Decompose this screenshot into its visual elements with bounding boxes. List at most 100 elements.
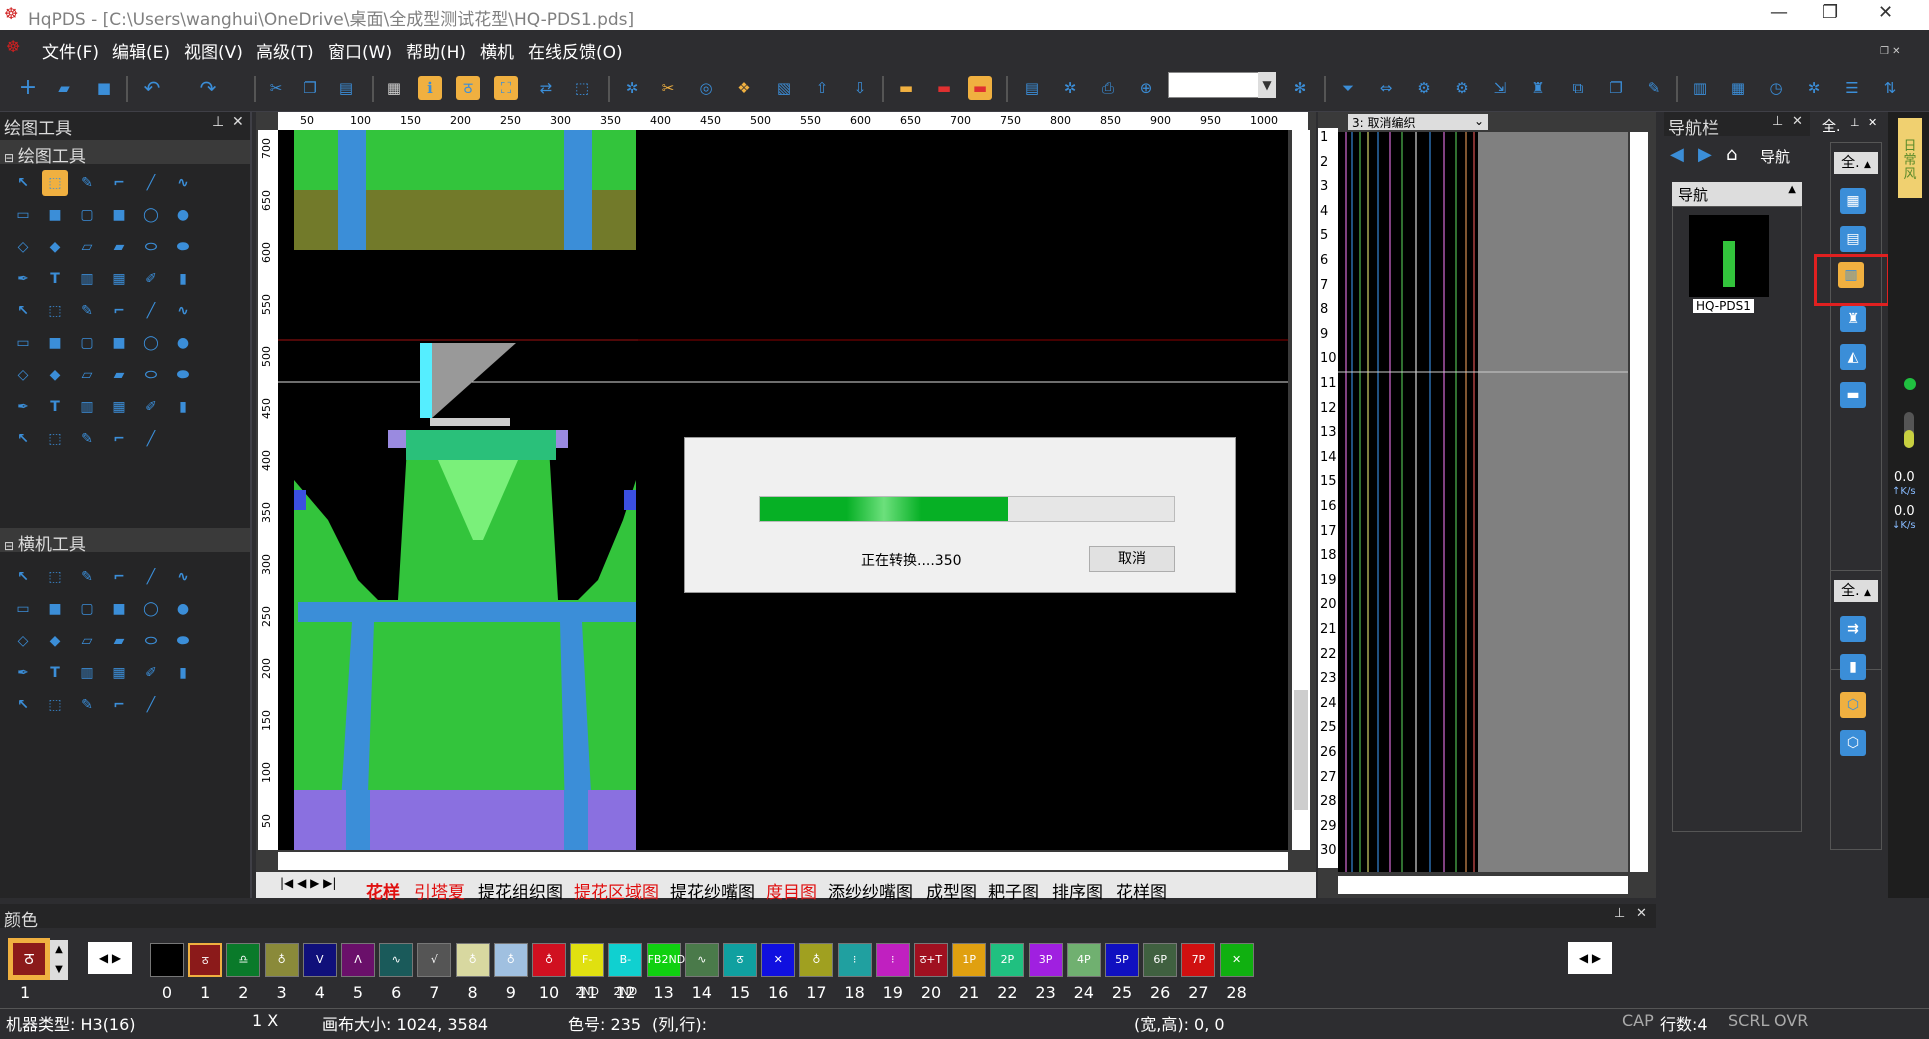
draw-tool-3-3-icon[interactable]: ▦ xyxy=(106,266,132,292)
menu-view[interactable]: 视图(V) xyxy=(184,38,243,63)
draw-tool-6-0-icon[interactable]: ◇ xyxy=(10,362,36,388)
color-swatch[interactable]: ⁝ xyxy=(875,943,910,977)
forward-icon[interactable]: ▶ xyxy=(1698,144,1712,165)
tab-rake[interactable]: 耙子图 xyxy=(988,878,1039,903)
color-swatch[interactable]: 1P xyxy=(952,943,987,977)
draw-tool-1-2-icon[interactable]: ▢ xyxy=(74,202,100,228)
cut-icon[interactable]: ✂ xyxy=(264,76,288,100)
paste-icon[interactable]: ▤ xyxy=(334,76,358,100)
vertical-scrollbar[interactable] xyxy=(1292,130,1310,850)
draw-tool-1-4-icon[interactable]: ◯ xyxy=(138,202,164,228)
machine-tool-4-2-icon[interactable]: ✎ xyxy=(74,692,100,718)
draw-tool-2-1-icon[interactable]: ◆ xyxy=(42,234,68,260)
machine-tool-1-2-icon[interactable]: ▢ xyxy=(74,596,100,622)
machine-tool-3-4-icon[interactable]: ✐ xyxy=(138,660,164,686)
machine-tool-4-1-icon[interactable]: ⬚ xyxy=(42,692,68,718)
draw-tool-3-2-icon[interactable]: ▥ xyxy=(74,266,100,292)
toolbar-combo-input[interactable] xyxy=(1168,72,1264,98)
draw-tool-7-4-icon[interactable]: ✐ xyxy=(138,394,164,420)
pages-icon[interactable]: ❐ xyxy=(1604,76,1628,100)
stitch-mode-icon[interactable]: ठ xyxy=(456,76,480,100)
tab-nav-icon[interactable]: |◀ ◀ ▶ ▶| xyxy=(280,876,336,890)
info-icon[interactable]: ℹ xyxy=(418,76,442,100)
redo-icon[interactable]: ↷ xyxy=(196,76,220,100)
draw-tool-5-2-icon[interactable]: ▢ xyxy=(74,330,100,356)
printer-icon[interactable]: ⎙ xyxy=(1096,76,1120,100)
cancel-button[interactable]: 取消 xyxy=(1089,546,1175,572)
color-swatch[interactable]: ✕ xyxy=(761,943,796,977)
draw-tool-6-2-icon[interactable]: ▱ xyxy=(74,362,100,388)
shaping-tool-icon[interactable]: ▥ xyxy=(1838,262,1864,288)
calculator-icon[interactable]: ▤ xyxy=(1020,76,1044,100)
tab-pattern[interactable]: 花样 xyxy=(366,878,400,903)
close-icon[interactable]: ✕ xyxy=(1878,2,1893,23)
chevron-down-icon[interactable]: ▼ xyxy=(1258,72,1276,98)
horizontal-scrollbar[interactable] xyxy=(278,852,1288,870)
color-swatch[interactable]: F-2ND xyxy=(570,943,605,998)
machine-tool-3-3-icon[interactable]: ▦ xyxy=(106,660,132,686)
draw-tool-5-1-icon[interactable]: ■ xyxy=(42,330,68,356)
side-tab[interactable]: 日 常 风 xyxy=(1898,118,1922,198)
draw-tool-8-2-icon[interactable]: ✎ xyxy=(74,426,100,452)
current-color[interactable]: ठ xyxy=(8,938,50,980)
draw-tool-3-4-icon[interactable]: ✐ xyxy=(138,266,164,292)
funnel-icon[interactable]: ⏷ xyxy=(1336,76,1360,100)
machine-tool-2-3-icon[interactable]: ▰ xyxy=(106,628,132,654)
save-icon[interactable]: ■ xyxy=(92,76,116,100)
color-swatch[interactable]: ♁ xyxy=(264,943,299,977)
grid-icon[interactable]: ▦ xyxy=(382,76,406,100)
draw-tool-7-0-icon[interactable]: ✒ xyxy=(10,394,36,420)
draw-tool-1-3-icon[interactable]: ■ xyxy=(106,202,132,228)
draw-tool-3-1-icon[interactable]: T xyxy=(42,266,68,292)
gear-icon[interactable]: ✲ xyxy=(620,76,644,100)
draw-tool-2-3-icon[interactable]: ▰ xyxy=(106,234,132,260)
stretch-icon[interactable]: ⇔ xyxy=(1374,76,1398,100)
tab-plating-yarn[interactable]: 添纱纱嘴图 xyxy=(828,878,913,903)
color-swatch[interactable]: Λ xyxy=(341,943,375,977)
color-swatch[interactable]: 2P xyxy=(990,943,1025,977)
draw-tool-5-0-icon[interactable]: ▭ xyxy=(10,330,36,356)
draw-tool-4-0-icon[interactable]: ↖ xyxy=(10,298,36,324)
tab-pattern-view[interactable]: 花样图 xyxy=(1116,878,1167,903)
pin-icon[interactable]: ⊥ xyxy=(212,114,224,130)
layers-icon[interactable]: ⧉ xyxy=(1566,76,1590,100)
snowflake-icon[interactable]: ✻ xyxy=(1288,76,1312,100)
machine-tool-4-4-icon[interactable]: ╱ xyxy=(138,692,164,718)
machine-tool-0-0-icon[interactable]: ↖ xyxy=(10,564,36,590)
preview-canvas[interactable] xyxy=(1338,132,1628,872)
close-icon[interactable]: ✕ xyxy=(1792,114,1803,129)
machine-tool-1-4-icon[interactable]: ◯ xyxy=(138,596,164,622)
download-icon[interactable]: ⇩ xyxy=(848,76,872,100)
color-swap-icon[interactable]: ▬ xyxy=(932,76,956,100)
draw-tool-4-5-icon[interactable]: ∿ xyxy=(170,298,196,324)
all-dropdown-1[interactable]: 全. ▲ xyxy=(1834,152,1878,174)
color-swatch[interactable]: ♁ xyxy=(799,943,834,977)
machine-tool-1-0-icon[interactable]: ▭ xyxy=(10,596,36,622)
draw-tool-1-1-icon[interactable]: ■ xyxy=(42,202,68,228)
image-icon[interactable]: ▧ xyxy=(772,76,796,100)
align-icon[interactable]: ☰ xyxy=(1840,76,1864,100)
fit-view-icon[interactable]: ⛶ xyxy=(494,76,518,100)
draw-tool-0-2-icon[interactable]: ✎ xyxy=(74,170,100,196)
draw-tool-6-1-icon[interactable]: ◆ xyxy=(42,362,68,388)
back-icon[interactable]: ◀ xyxy=(1670,144,1684,165)
color-swatch[interactable]: 7P xyxy=(1181,943,1216,977)
menu-window[interactable]: 窗口(W) xyxy=(328,38,392,63)
color-swatch[interactable]: 4P xyxy=(1066,943,1101,977)
draw-tool-2-0-icon[interactable]: ◇ xyxy=(10,234,36,260)
color-swatch[interactable]: √ xyxy=(417,943,452,977)
cog-icon[interactable]: ⚙ xyxy=(1450,76,1474,100)
pin-icon[interactable]: ⊥ xyxy=(1614,906,1625,921)
file-edit-icon[interactable]: ✎ xyxy=(1642,76,1666,100)
close-icon[interactable]: ✕ xyxy=(1636,906,1647,921)
draw-tool-7-5-icon[interactable]: ▮ xyxy=(170,394,196,420)
zoom-icon[interactable]: ◎ xyxy=(694,76,718,100)
color-scroll-right[interactable]: ◀ ▶ xyxy=(1568,942,1612,974)
machine-tool-3-5-icon[interactable]: ▮ xyxy=(170,660,196,686)
machine-tool-0-3-icon[interactable]: ⌐ xyxy=(106,564,132,590)
color-scroll-left[interactable]: ◀ ▶ xyxy=(88,942,132,974)
draw-tool-6-5-icon[interactable]: ⬬ xyxy=(170,362,196,388)
palette-icon[interactable]: ❖ xyxy=(732,76,756,100)
draw-tool-2-2-icon[interactable]: ▱ xyxy=(74,234,100,260)
home-icon[interactable]: ⌂ xyxy=(1726,144,1737,165)
